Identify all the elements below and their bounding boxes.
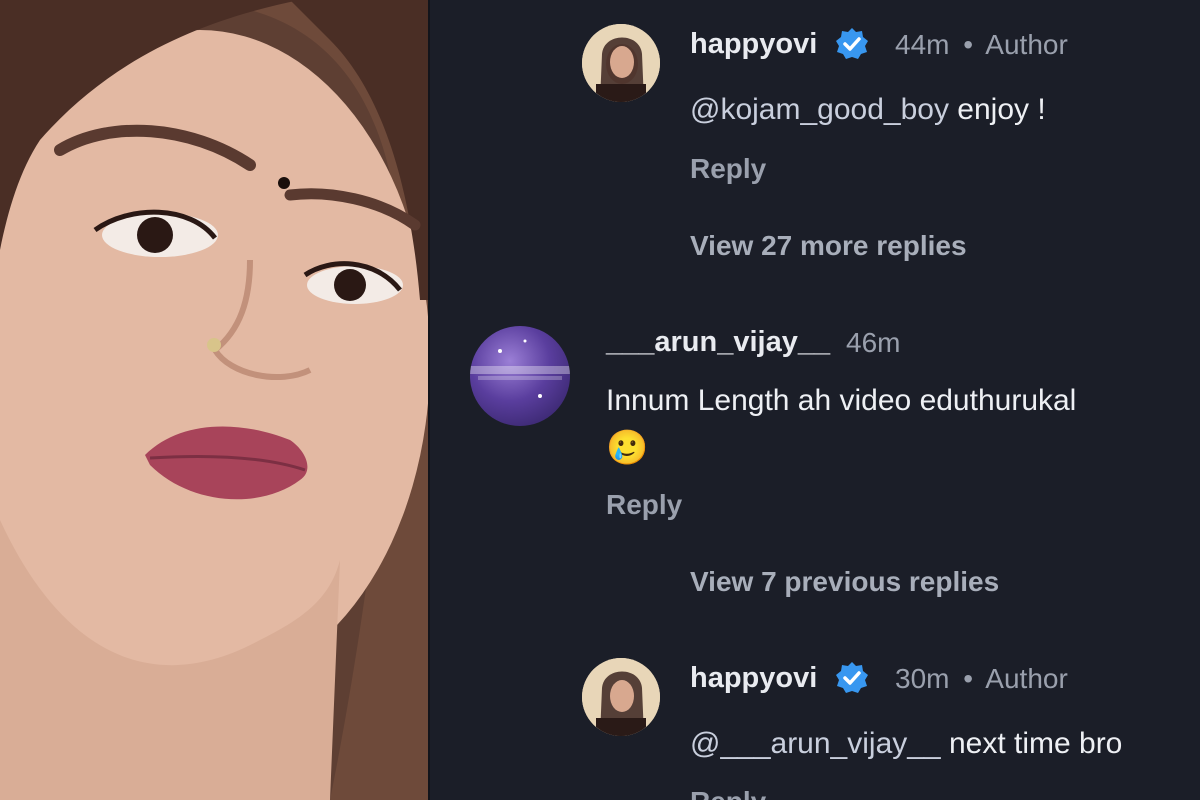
comment-time: 44m	[895, 29, 950, 60]
mention-link[interactable]: @___arun_vijay__	[690, 727, 941, 760]
meta-separator: •	[963, 29, 974, 60]
comment-time: 30m	[895, 663, 950, 694]
profile-photo	[0, 0, 428, 800]
comment-text: @___arun_vijay__ next time bro	[690, 727, 1122, 761]
author-avatar[interactable]	[582, 24, 660, 102]
view-previous-replies-button[interactable]: View 7 previous replies	[690, 566, 999, 598]
comment-text: @kojam_good_boy enjoy !	[690, 93, 1046, 127]
comment-meta: 44m • Author	[895, 29, 1068, 61]
verified-badge-icon	[836, 662, 868, 693]
reply-button[interactable]: Reply	[690, 153, 766, 185]
avatar-portrait	[582, 24, 660, 102]
comment-username[interactable]: ___arun_vijay__	[606, 326, 830, 359]
comment-username[interactable]: happyovi	[690, 662, 817, 695]
comment-meta: 30m • Author	[895, 663, 1068, 695]
reply-button[interactable]: Reply	[606, 489, 682, 521]
author-tag: Author	[985, 29, 1068, 60]
author-avatar[interactable]	[582, 658, 660, 736]
comment-username[interactable]: happyovi	[690, 28, 817, 61]
mention-link[interactable]: @kojam_good_boy	[690, 93, 949, 126]
commenter-avatar[interactable]	[470, 326, 570, 426]
verified-badge-icon	[836, 28, 868, 59]
meta-separator: •	[963, 663, 974, 694]
view-more-replies-button[interactable]: View 27 more replies	[690, 230, 967, 262]
reply-button[interactable]: Reply	[690, 786, 766, 800]
comment-body: next time bro	[940, 727, 1123, 760]
comment-body: Innum Length ah video eduthurukal	[606, 384, 1077, 417]
comment-body: enjoy !	[948, 93, 1046, 126]
avatar-graphic	[470, 339, 570, 398]
comment-time: 46m	[846, 327, 901, 358]
comments-panel: happyovi 44m • Author @kojam_good_boy en…	[430, 0, 1200, 800]
author-tag: Author	[985, 663, 1068, 694]
portrait-illustration	[0, 0, 428, 800]
crying-face-emoji: 🥲	[606, 429, 649, 467]
avatar-portrait	[582, 658, 660, 736]
